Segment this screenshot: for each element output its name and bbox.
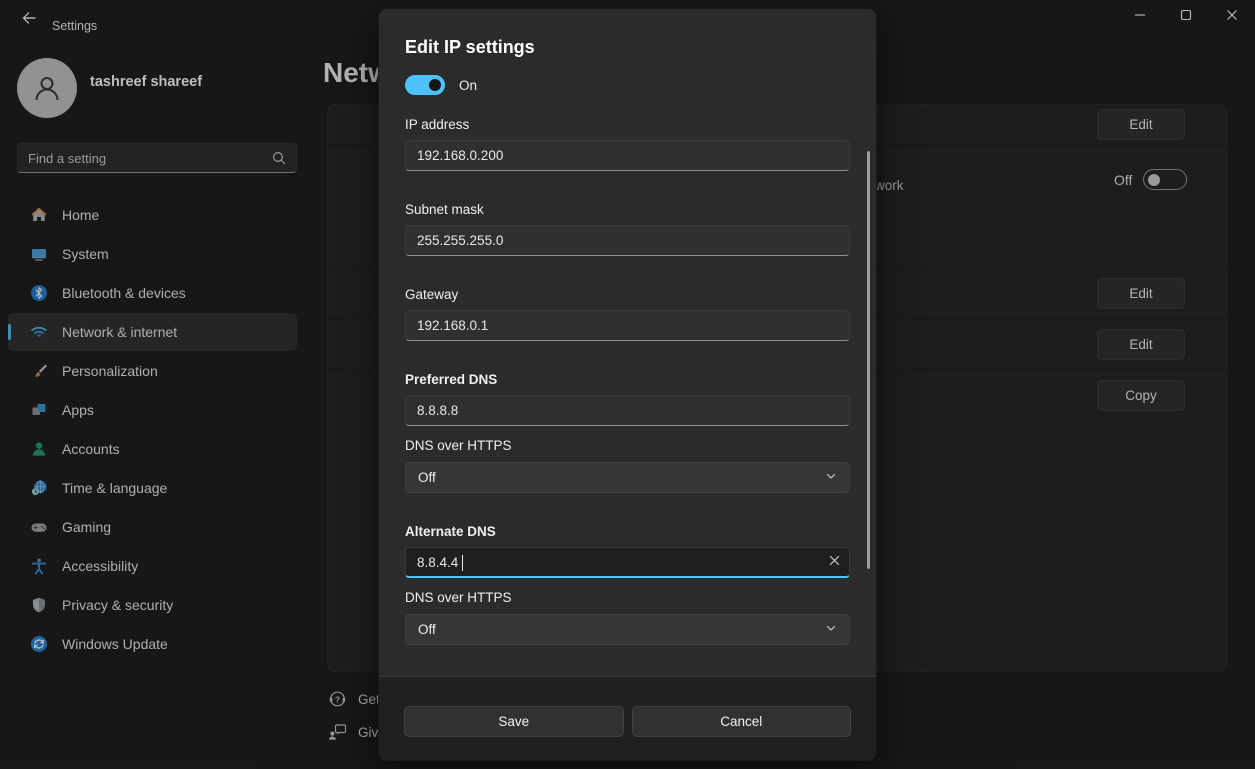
dialog-footer: Save Cancel [379,676,876,760]
dialog-body: Edit IP settings On IP address Subnet ma… [379,9,876,676]
clear-text-button[interactable] [821,549,847,575]
save-button[interactable]: Save [404,706,624,737]
subnet-mask-field [405,225,850,256]
text-caret [462,555,463,571]
cancel-button[interactable]: Cancel [632,706,852,737]
preferred-dns-label: Preferred DNS [405,372,850,387]
ip-settings-toggle[interactable] [405,75,445,95]
alternate-dns-label: Alternate DNS [405,524,850,539]
gateway-field [405,310,850,341]
toggle-knob [429,79,441,91]
combo-selected-value: Off [418,622,436,637]
dns-over-https-label-1: DNS over HTTPS [405,438,850,453]
dialog-scrollbar[interactable] [867,151,870,569]
ip-address-field [405,140,850,171]
ip-address-label: IP address [405,117,850,132]
gateway-input[interactable] [406,318,849,333]
dialog-title: Edit IP settings [405,37,850,58]
alternate-dns-input[interactable] [406,555,821,570]
chevron-down-icon [825,469,837,487]
gateway-label: Gateway [405,287,850,302]
subnet-mask-label: Subnet mask [405,202,850,217]
dns-over-https-select-1[interactable]: Off [405,462,850,493]
dns-over-https-select-2[interactable]: Off [405,614,850,645]
preferred-dns-input[interactable] [406,403,849,418]
edit-ip-settings-dialog: Edit IP settings On IP address Subnet ma… [378,8,877,761]
clear-x-icon [829,553,840,571]
toggle-state-label: On [459,78,477,93]
ip-settings-toggle-row: On [405,75,850,95]
preferred-dns-field [405,395,850,426]
dns-over-https-label-2: DNS over HTTPS [405,590,850,605]
ip-address-input[interactable] [406,148,849,163]
chevron-down-icon [825,621,837,639]
alternate-dns-field [405,547,850,578]
subnet-mask-input[interactable] [406,233,849,248]
settings-window: Settings tashreef shareef Home [0,0,1255,769]
combo-selected-value: Off [418,470,436,485]
